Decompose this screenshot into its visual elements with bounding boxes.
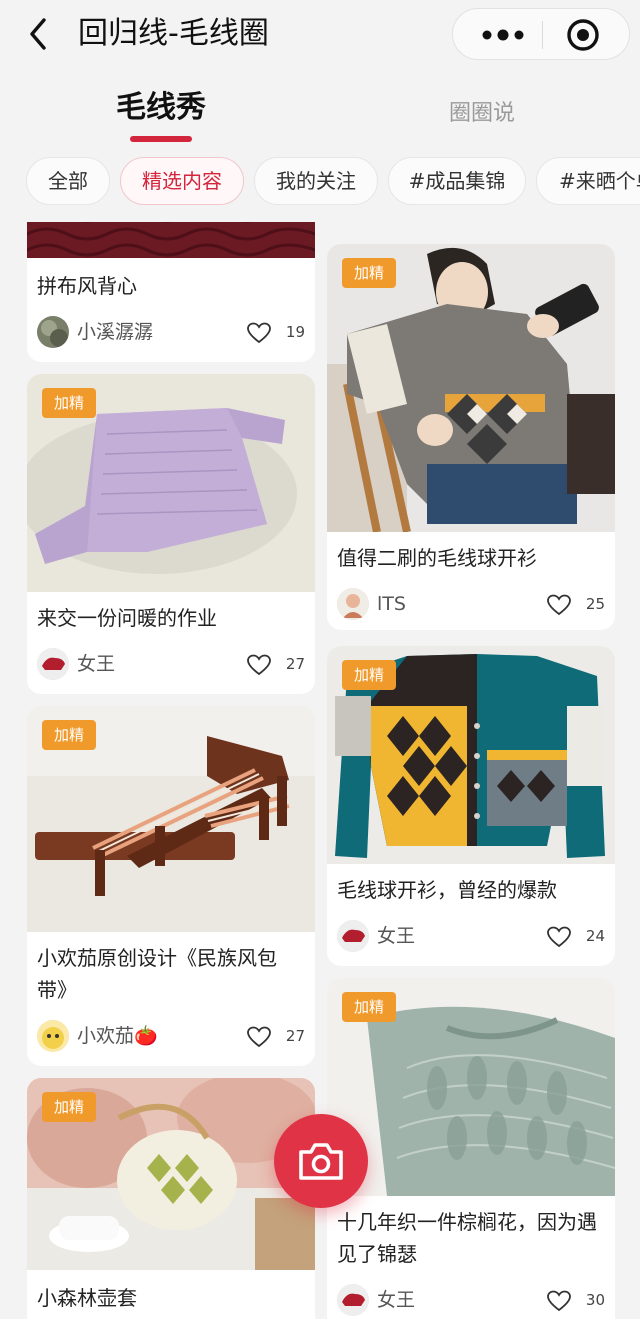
- post-meta: 小溪潺潺 19: [37, 316, 305, 350]
- chip-show-order[interactable]: #来晒个单: [536, 157, 640, 205]
- author-name[interactable]: 女王: [377, 920, 415, 952]
- featured-badge: 加精: [342, 992, 396, 1022]
- featured-badge: 加精: [42, 1092, 96, 1122]
- post-camera-button[interactable]: [274, 1114, 368, 1208]
- post-title: 毛线球开衫，曾经的爆款: [337, 878, 557, 902]
- author-name[interactable]: 小欢茄🍅: [77, 1020, 158, 1052]
- post-image: [27, 222, 315, 258]
- featured-badge: 加精: [342, 258, 396, 288]
- post-meta: lTS 25: [337, 588, 605, 622]
- like-count: 24: [585, 927, 605, 945]
- avatar[interactable]: [337, 588, 369, 620]
- post-card[interactable]: 加精 小欢茄原创设计《民族风包带》 小欢茄🍅 27: [27, 706, 315, 1066]
- author-name[interactable]: 女王: [77, 648, 115, 680]
- post-meta: 女王 24: [337, 920, 605, 954]
- post-card[interactable]: 加精 毛线球开衫，曾经的爆款 女王 24: [327, 646, 615, 966]
- author-name[interactable]: lTS: [377, 588, 406, 620]
- like-count: 27: [285, 1027, 305, 1045]
- author-name[interactable]: 女王: [377, 1284, 415, 1316]
- like-count: 25: [585, 595, 605, 613]
- post-card[interactable]: 加精 值得二刷的毛线球开衫 lTS 25: [327, 244, 615, 630]
- featured-badge: 加精: [42, 720, 96, 750]
- like-count: 27: [285, 655, 305, 673]
- post-title: 来交一份问暖的作业: [37, 606, 217, 630]
- post-card[interactable]: 拼布风背心 小溪潺潺 19: [27, 222, 315, 362]
- heart-icon[interactable]: [547, 926, 571, 948]
- post-title: 小欢茄原创设计《民族风包带》: [37, 946, 277, 1002]
- tab-yarn-show[interactable]: 毛线秀: [116, 90, 206, 126]
- chip-finished-works[interactable]: #成品集锦: [388, 157, 526, 205]
- featured-badge: 加精: [42, 388, 96, 418]
- avatar[interactable]: [37, 648, 69, 680]
- featured-badge: 加精: [342, 660, 396, 690]
- avatar[interactable]: [337, 1284, 369, 1316]
- post-title: 拼布风背心: [37, 274, 137, 298]
- post-meta: 小欢茄🍅 27: [37, 1020, 305, 1054]
- target-close-icon[interactable]: [559, 13, 613, 57]
- heart-icon[interactable]: [247, 1026, 271, 1048]
- avatar[interactable]: [37, 1020, 69, 1052]
- chip-following[interactable]: 我的关注: [254, 157, 378, 205]
- mini-program-capsule: [452, 8, 630, 60]
- more-dots-icon[interactable]: [471, 9, 535, 61]
- avatar[interactable]: [37, 316, 69, 348]
- tab-active-indicator: [130, 136, 192, 142]
- chevron-left-icon[interactable]: [24, 14, 54, 54]
- page-title: 回归线-毛线圈: [78, 16, 269, 51]
- post-card[interactable]: 加精 来交一份问暖的作业 女王 27: [27, 374, 315, 694]
- post-title: 值得二刷的毛线球开衫: [337, 546, 537, 570]
- post-title: 小森林壶套: [37, 1286, 137, 1310]
- heart-icon[interactable]: [547, 594, 571, 616]
- avatar[interactable]: [337, 920, 369, 952]
- nav-bar: 回归线-毛线圈: [0, 0, 640, 68]
- tab-circle-talk[interactable]: 圈圈说: [449, 96, 515, 132]
- capsule-divider: [542, 21, 543, 49]
- heart-icon[interactable]: [547, 1290, 571, 1312]
- chip-all[interactable]: 全部: [26, 157, 110, 205]
- post-meta: 女王 30: [337, 1284, 605, 1318]
- post-meta: 女王 27: [37, 648, 305, 682]
- like-count: 30: [585, 1291, 605, 1309]
- post-card[interactable]: 加精 十几年织一件棕榈花，因为遇见了锦瑟 女王 30: [327, 978, 615, 1319]
- author-name[interactable]: 小溪潺潺: [77, 316, 153, 348]
- filter-chip-row: 全部 精选内容 我的关注 #成品集锦 #来晒个单: [0, 152, 640, 212]
- camera-icon: [299, 1143, 343, 1180]
- post-card[interactable]: 加精 小森林壶套: [27, 1078, 315, 1319]
- chip-featured[interactable]: 精选内容: [120, 157, 244, 205]
- heart-icon[interactable]: [247, 322, 271, 344]
- post-title: 十几年织一件棕榈花，因为遇见了锦瑟: [337, 1210, 597, 1266]
- like-count: 19: [285, 323, 305, 341]
- tab-bar: 毛线秀 圈圈说: [0, 68, 640, 152]
- heart-icon[interactable]: [247, 654, 271, 676]
